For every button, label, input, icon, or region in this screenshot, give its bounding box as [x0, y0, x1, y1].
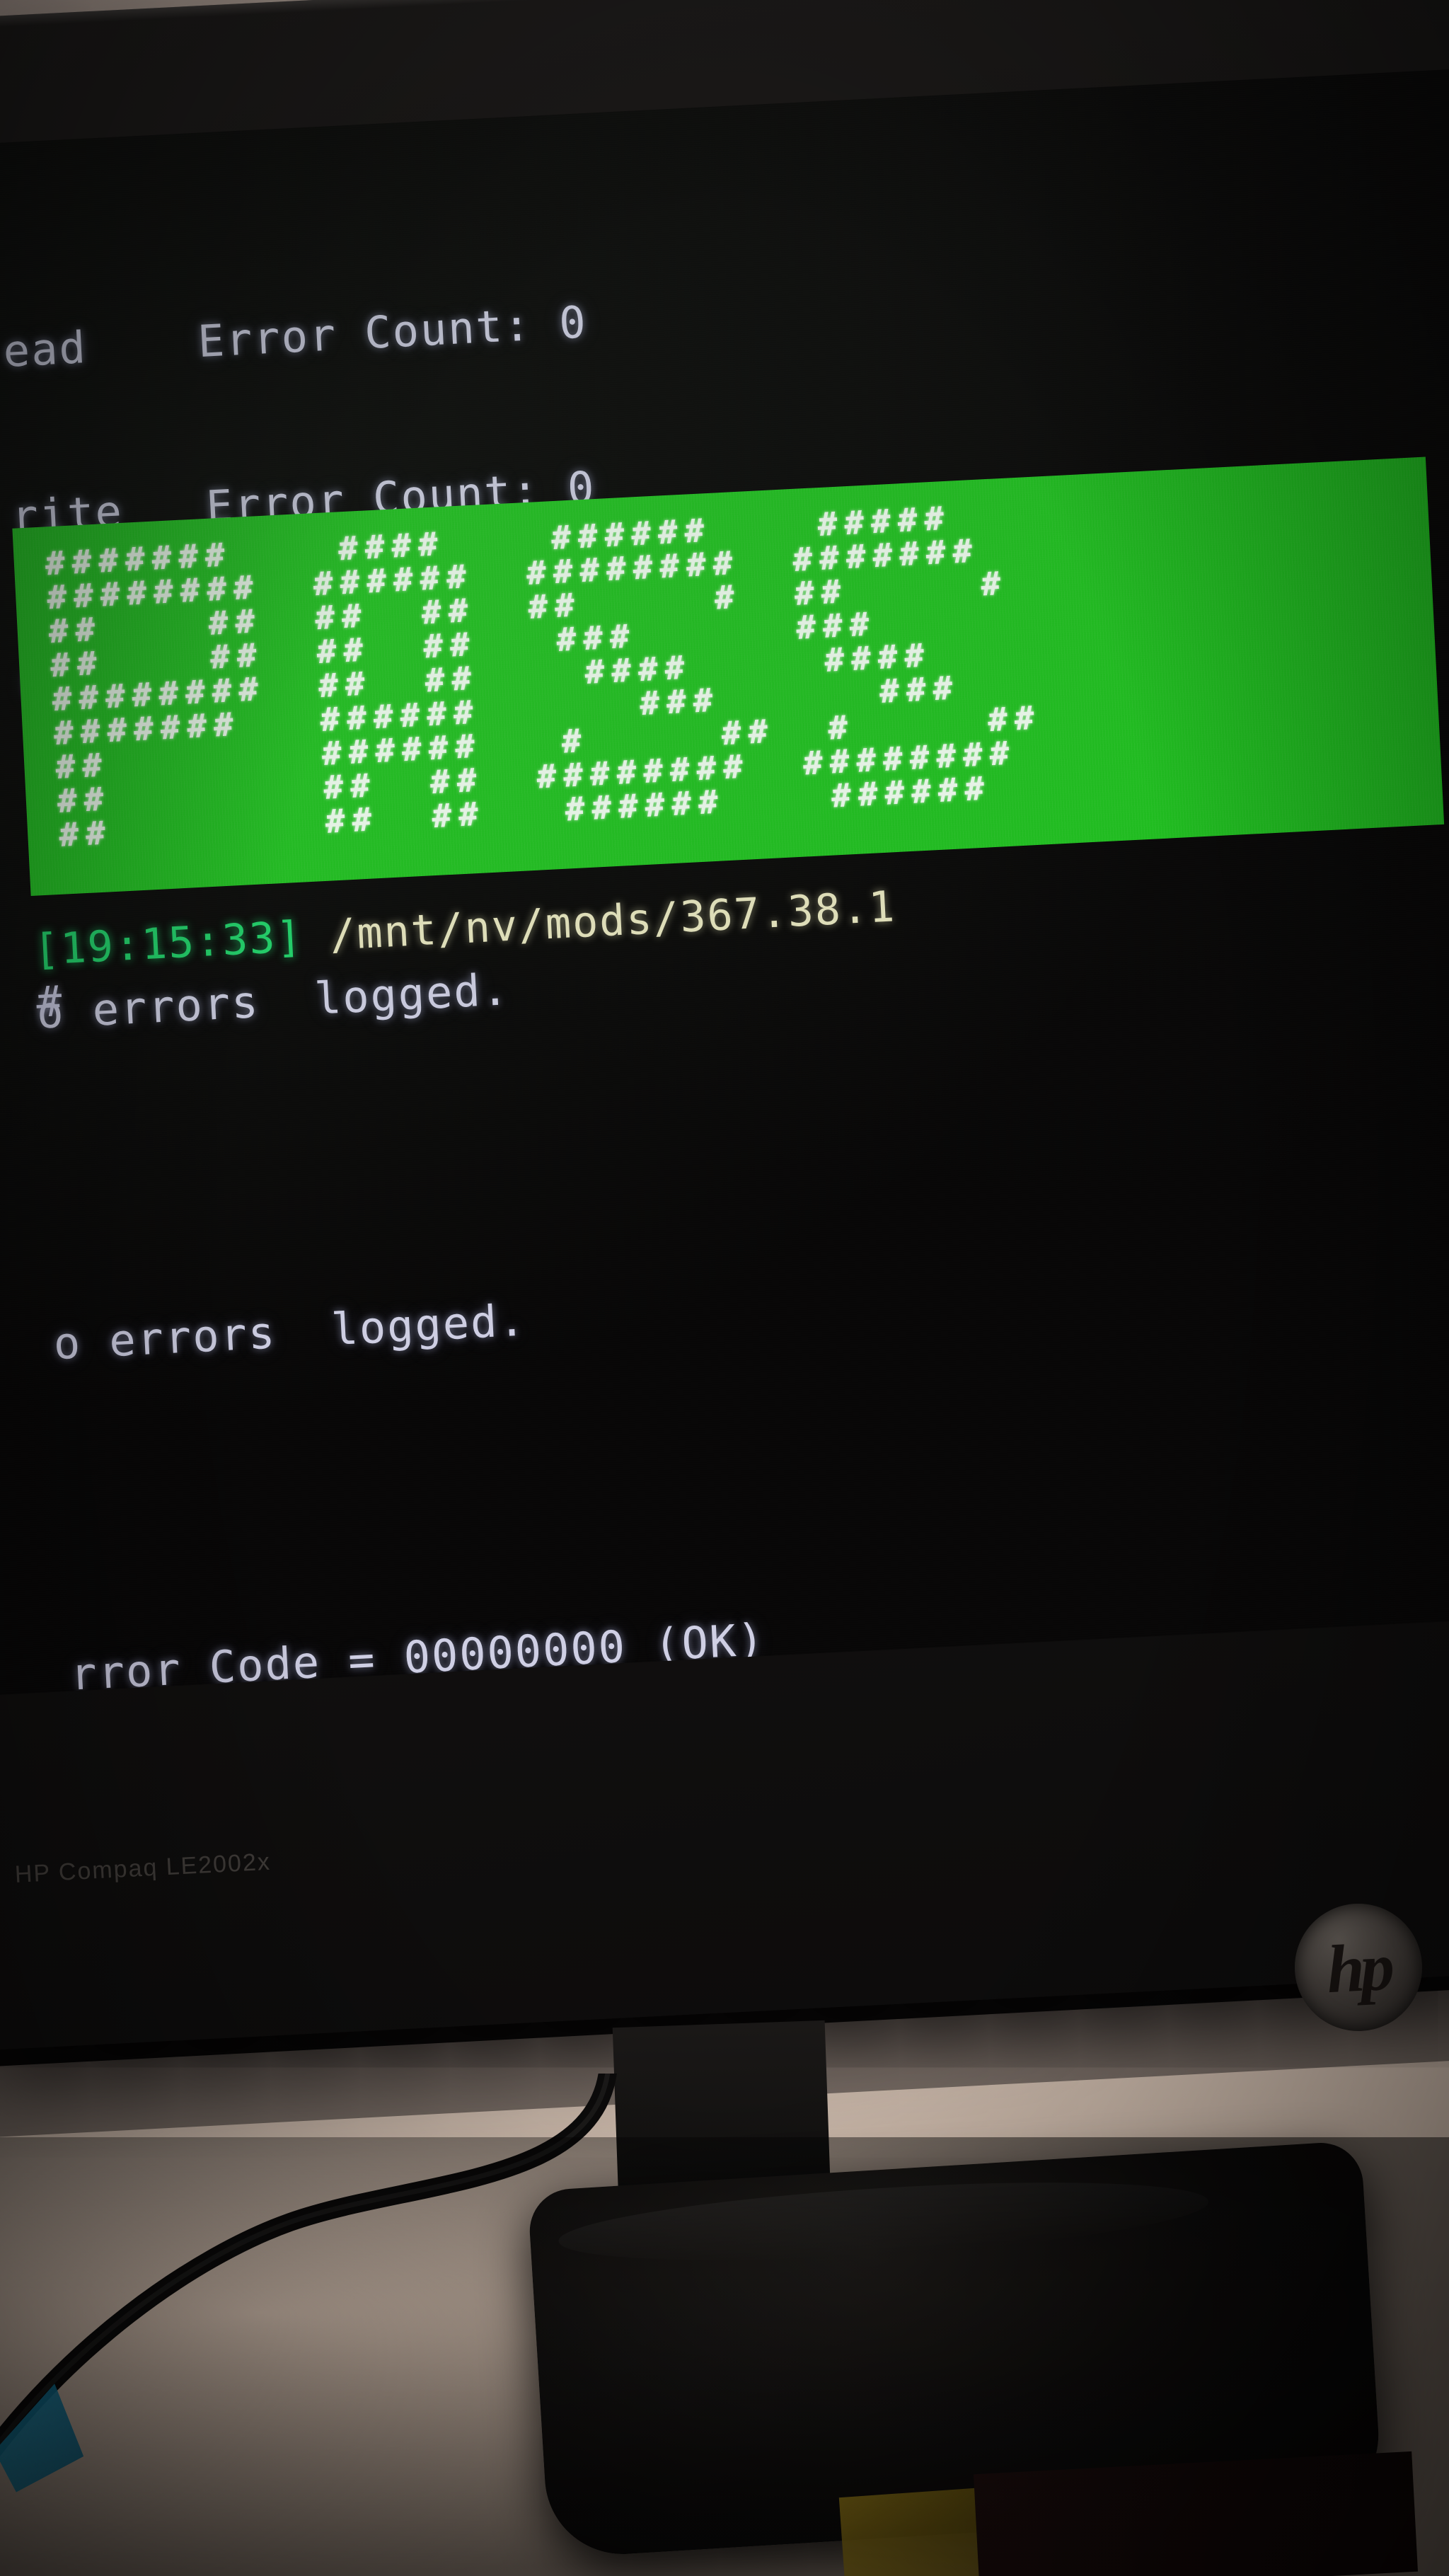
pass-banner: ####### #### ###### ##### ######## #####…: [12, 456, 1445, 897]
stand-base-sheen: [556, 2168, 1211, 2275]
hp-logo-glyph: hp: [1324, 1928, 1392, 2007]
hp-logo-icon: hp: [1291, 1900, 1426, 2035]
terminal-line: ead Error Count: 0: [1, 296, 589, 377]
bezel-highlight: [0, 0, 1449, 33]
photo-scene: ead Error Count: 0 rite Error Count: 0 n…: [0, 0, 1449, 2576]
monitor-screen: ead Error Count: 0 rite Error Count: 0 n…: [0, 66, 1449, 1697]
terminal-line: o errors logged.: [52, 1294, 528, 1370]
pass-ascii-art: ####### #### ###### ##### ######## #####…: [44, 498, 1042, 854]
